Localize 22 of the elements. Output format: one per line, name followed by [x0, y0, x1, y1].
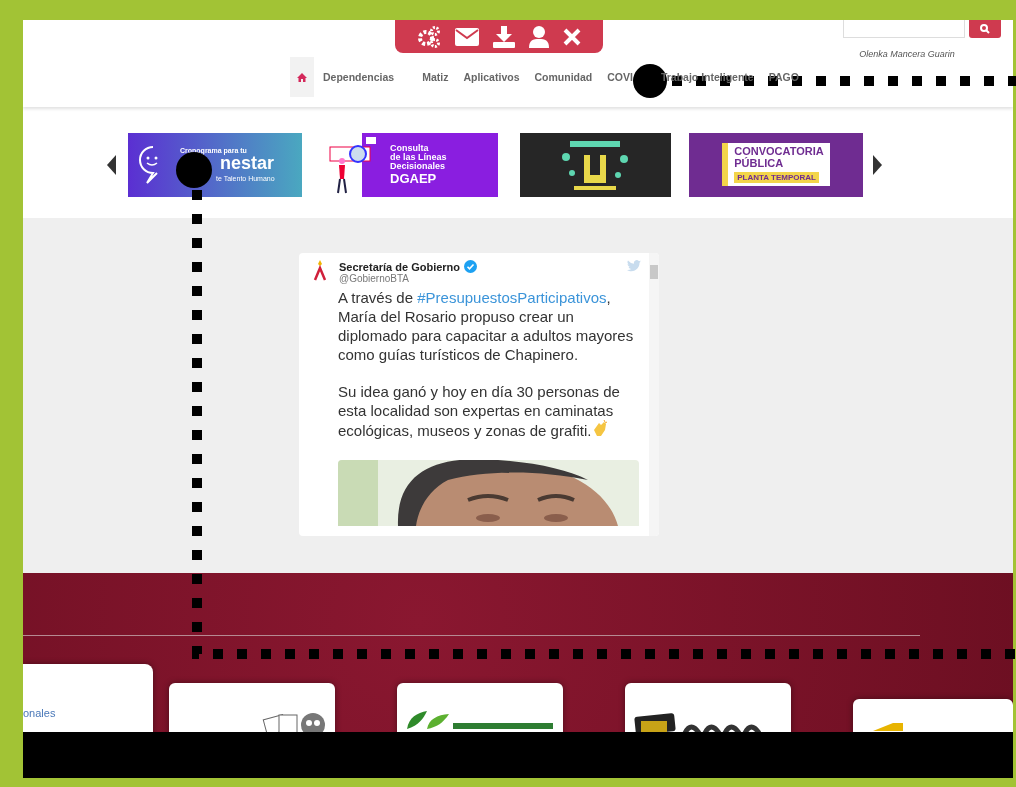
nav-link[interactable]: Aplicativos [463, 71, 520, 83]
banner-text: Consulta [390, 143, 430, 153]
banner-title: CONVOCATORIA [734, 146, 824, 158]
banner-title: DGAEP [390, 171, 438, 186]
nav-link[interactable]: COVI [607, 71, 633, 83]
nav-link[interactable]: Matiz [422, 71, 449, 83]
card-link[interactable]: onales [23, 707, 56, 719]
tweet-text: A través de #PresupuestosParticipativos, María del Rosario propuso crear un diplomado para capacitar a adultos mayores como guías turísticos de Chapinero. [338, 288, 635, 364]
account-name[interactable]: Secretaría de Gobierno [339, 260, 461, 273]
banner[interactable]: CONVOCATORIA PÚBLICA PLANTA TEMPORAL [689, 132, 863, 197]
nav-link[interactable]: PAGO [768, 71, 799, 83]
link-card[interactable]: onales [23, 664, 153, 732]
banner-title: PÚBLICA [734, 158, 784, 170]
account-handle[interactable]: @GobiernoBTA [339, 273, 615, 284]
tweet-text: Su idea ganó y hoy en día 30 personas de esta localidad son expertas en caminatas ecológicas, museos y zonas de grafiti. [338, 382, 621, 440]
banner-text: de las Líneas [390, 152, 447, 162]
banner-text: Decisionales [390, 162, 447, 172]
banner-text: PLANTA TEMPORAL [734, 171, 819, 183]
banner-title: nestar [220, 154, 275, 173]
user-name: Olenka Mancera Guarin [859, 49, 955, 59]
nav-link[interactable]: Dependencias [323, 71, 395, 83]
nav-link[interactable]: Comunidad [534, 71, 593, 83]
